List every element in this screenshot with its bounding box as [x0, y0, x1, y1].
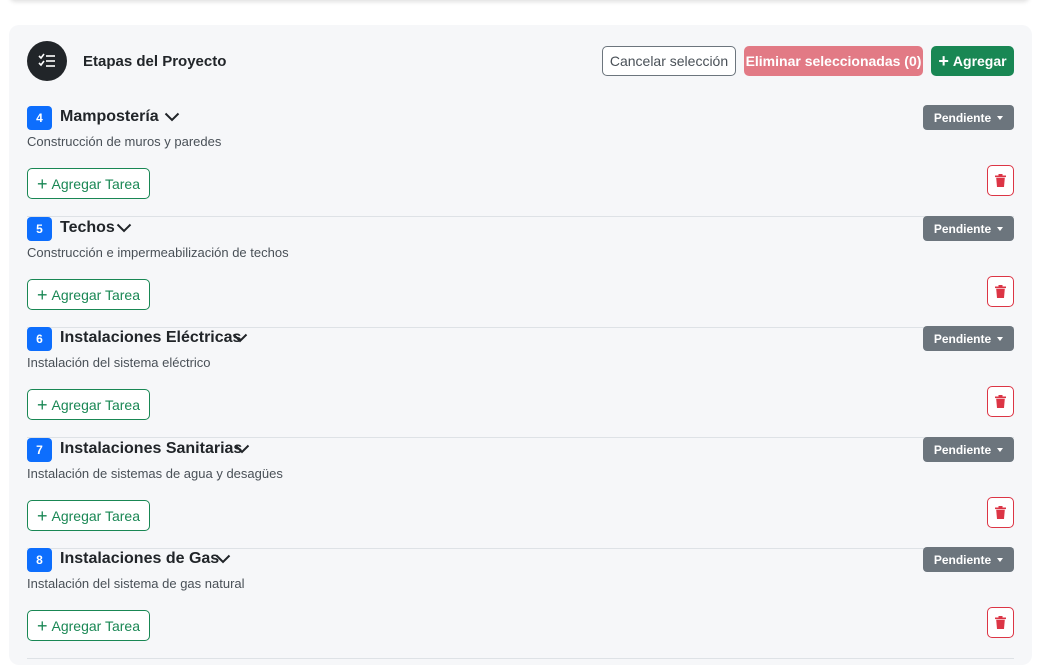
caret-down-icon: [997, 226, 1004, 231]
delete-stage-button[interactable]: [987, 497, 1014, 528]
trash-icon: [995, 506, 1006, 519]
plus-icon: +: [37, 394, 48, 415]
chevron-down-icon[interactable]: [232, 333, 248, 343]
status-dropdown[interactable]: Pendiente: [923, 105, 1014, 130]
delete-stage-button[interactable]: [987, 276, 1014, 307]
status-label: Pendiente: [933, 110, 992, 125]
stage-description: Instalación de sistemas de agua y desagü…: [27, 466, 283, 481]
stage-item: 5 Techos Construcción e impermeabilizaci…: [27, 216, 1014, 328]
chevron-down-icon[interactable]: [215, 554, 231, 564]
caret-down-icon: [997, 447, 1004, 452]
delete-stage-button[interactable]: [987, 607, 1014, 638]
plus-icon: +: [37, 173, 48, 194]
plus-icon: +: [37, 615, 48, 636]
stage-item: 6 Instalaciones Eléctricas Instalación d…: [27, 326, 1014, 438]
checklist-icon: [27, 41, 67, 81]
add-task-label: Agregar Tarea: [51, 507, 140, 524]
add-task-button[interactable]: + Agregar Tarea: [27, 279, 150, 310]
plus-icon: +: [37, 505, 48, 526]
page-title: Etapas del Proyecto: [83, 53, 227, 70]
status-dropdown[interactable]: Pendiente: [923, 547, 1014, 572]
chevron-down-icon[interactable]: [164, 112, 180, 122]
status-dropdown[interactable]: Pendiente: [923, 437, 1014, 462]
stage-title[interactable]: Instalaciones de Gas: [60, 550, 219, 568]
chevron-down-icon[interactable]: [116, 223, 132, 233]
add-task-label: Agregar Tarea: [51, 396, 140, 413]
status-label: Pendiente: [933, 221, 992, 236]
stage-item: 8 Instalaciones de Gas Instalación del s…: [27, 547, 1014, 659]
plus-icon: +: [37, 284, 48, 305]
delete-stage-button[interactable]: [987, 386, 1014, 417]
stage-description: Construcción e impermeabilización de tec…: [27, 245, 289, 260]
trash-icon: [995, 395, 1006, 408]
caret-down-icon: [997, 557, 1004, 562]
trash-icon: [995, 285, 1006, 298]
trash-icon: [995, 174, 1006, 187]
stage-number-badge: 8: [27, 548, 52, 572]
add-task-button[interactable]: + Agregar Tarea: [27, 389, 150, 420]
stage-title[interactable]: Instalaciones Sanitarias: [60, 440, 242, 458]
status-label: Pendiente: [933, 331, 992, 346]
caret-down-icon: [997, 336, 1004, 341]
status-dropdown[interactable]: Pendiente: [923, 216, 1014, 241]
cancel-selection-button[interactable]: Cancelar selección: [602, 46, 736, 76]
add-task-button[interactable]: + Agregar Tarea: [27, 168, 150, 199]
add-task-button[interactable]: + Agregar Tarea: [27, 610, 150, 641]
plus-icon: +: [938, 51, 949, 71]
stage-description: Instalación del sistema de gas natural: [27, 576, 245, 591]
stage-number-badge: 7: [27, 438, 52, 462]
add-task-label: Agregar Tarea: [51, 175, 140, 192]
stage-title[interactable]: Instalaciones Eléctricas: [60, 329, 241, 347]
status-label: Pendiente: [933, 552, 992, 567]
status-dropdown[interactable]: Pendiente: [923, 326, 1014, 351]
add-task-label: Agregar Tarea: [51, 286, 140, 303]
stage-item: 7 Instalaciones Sanitarias Instalación d…: [27, 437, 1014, 549]
add-stage-label: Agregar: [952, 53, 1007, 69]
status-label: Pendiente: [933, 442, 992, 457]
add-task-button[interactable]: + Agregar Tarea: [27, 500, 150, 531]
stage-description: Instalación del sistema eléctrico: [27, 355, 211, 370]
caret-down-icon: [997, 115, 1004, 120]
stages-header: Etapas del Proyecto Cancelar selección E…: [27, 41, 1014, 81]
delete-selected-button[interactable]: Eliminar seleccionadas (0): [744, 46, 923, 76]
add-task-label: Agregar Tarea: [51, 617, 140, 634]
stage-number-badge: 6: [27, 327, 52, 351]
stage-number-badge: 4: [27, 106, 52, 130]
stages-card: Etapas del Proyecto Cancelar selección E…: [9, 25, 1032, 665]
stage-description: Construcción de muros y paredes: [27, 134, 222, 149]
stage-item: 4 Mampostería Construcción de muros y pa…: [27, 105, 1014, 217]
delete-stage-button[interactable]: [987, 165, 1014, 196]
chevron-down-icon[interactable]: [234, 444, 250, 454]
stage-number-badge: 5: [27, 217, 52, 241]
trash-icon: [995, 616, 1006, 629]
stage-title[interactable]: Techos: [60, 219, 115, 237]
add-stage-button[interactable]: + Agregar: [931, 46, 1014, 76]
stage-title[interactable]: Mampostería: [60, 108, 159, 126]
